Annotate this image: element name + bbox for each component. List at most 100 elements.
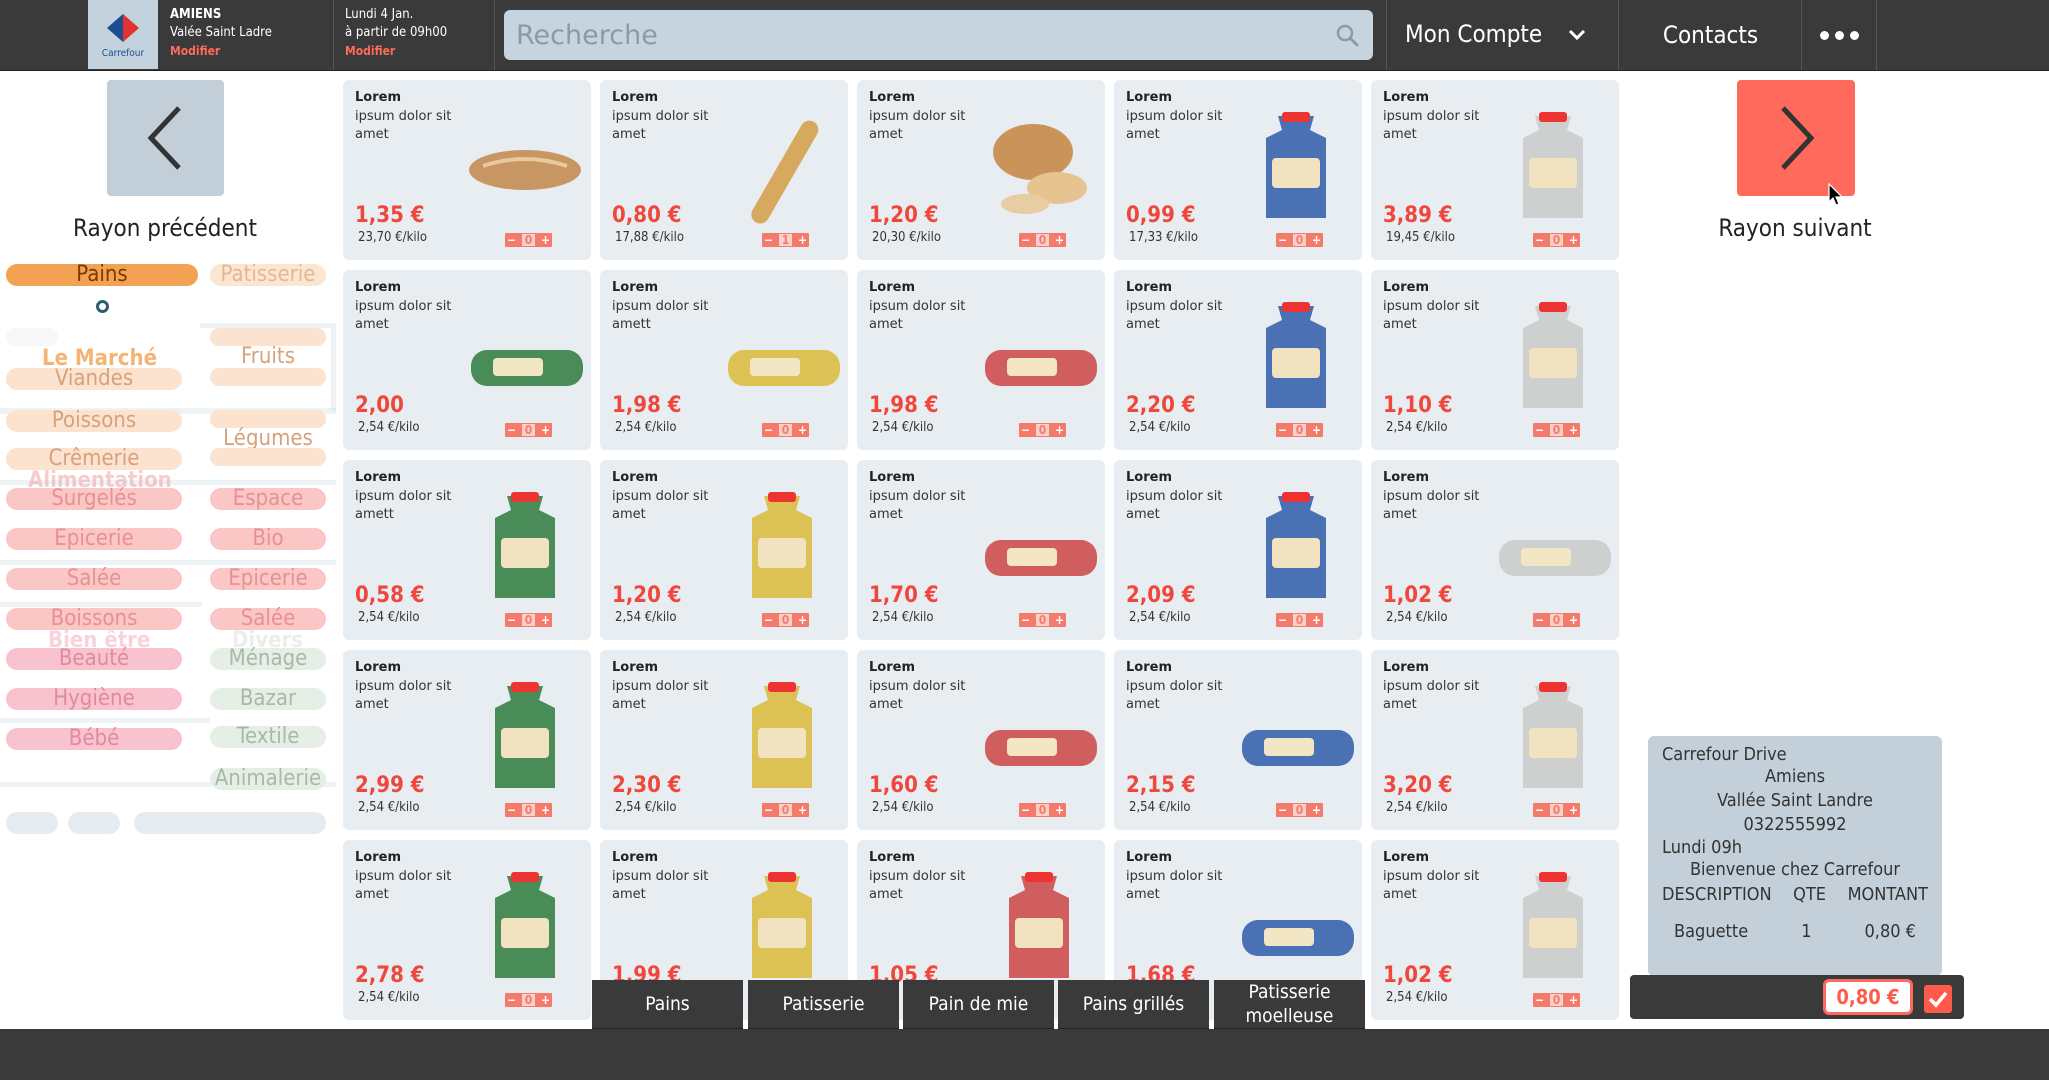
product-card[interactable]: Lorem ipsum dolor sit amet 2,00 2,54 €/kilo… (343, 270, 591, 450)
menu-item-poissons[interactable]: Poissons (6, 410, 182, 432)
minus-button[interactable]: − (764, 423, 773, 437)
minus-button[interactable]: − (507, 803, 516, 817)
minus-button[interactable]: − (1535, 613, 1544, 627)
search-input[interactable] (504, 10, 1324, 60)
menu-item-animalerie[interactable]: Animalerie (210, 768, 326, 790)
minus-button[interactable]: − (1278, 803, 1287, 817)
product-card[interactable]: Lorem ipsum dolor sit amet 2,15 € 2,54 €/ki… (1114, 650, 1362, 830)
tab-pain-de-mie[interactable]: Pain de mie (903, 980, 1054, 1030)
minus-button[interactable]: − (1021, 803, 1030, 817)
tab-pains-grilles[interactable]: Pains grillés (1058, 980, 1209, 1030)
minus-button[interactable]: − (1535, 993, 1544, 1007)
plus-button[interactable]: + (1569, 803, 1578, 817)
plus-button[interactable]: + (1055, 613, 1064, 627)
menu-item-bazar[interactable]: Bazar (210, 688, 326, 710)
search-icon[interactable] (1335, 23, 1359, 47)
plus-button[interactable]: + (541, 233, 550, 247)
plus-button[interactable]: + (798, 233, 807, 247)
plus-button[interactable]: + (1569, 613, 1578, 627)
product-card[interactable]: Lorem ipsum dolor sit amett 1,98 € 2,54 €/k… (600, 270, 848, 450)
tab-patisserie-moelleuse[interactable]: Patisserie moelleuse (1214, 980, 1365, 1030)
product-card[interactable]: Lorem ipsum dolor sit amet 2,09 € 2,54 €/ki… (1114, 460, 1362, 640)
product-card[interactable]: Lorem ipsum dolor sit amet 1,20 € 2,54 €/ki… (600, 460, 848, 640)
minus-button[interactable]: − (764, 803, 773, 817)
minus-button[interactable]: − (1278, 233, 1287, 247)
plus-button[interactable]: + (1312, 613, 1321, 627)
plus-button[interactable]: + (1312, 423, 1321, 437)
plus-button[interactable]: + (541, 803, 550, 817)
product-card[interactable]: Lorem ipsum dolor sit amet 2,78 € 2,54 €/ki… (343, 840, 591, 1020)
menu-item-menage[interactable]: Ménage (210, 648, 326, 670)
product-card[interactable]: Lorem ipsum dolor sit amet 0,99 € 17,33 €/k… (1114, 80, 1362, 260)
product-card[interactable]: Lorem ipsum dolor sit amet 3,89 € 19,45 €/k… (1371, 80, 1619, 260)
tab-patisserie-sub[interactable]: Patisserie (748, 980, 899, 1030)
product-card[interactable]: Lorem ipsum dolor sit amet 1,60 € 2,54 €/ki… (857, 650, 1105, 830)
product-card[interactable]: Lorem ipsum dolor sit amet 0,80 € 17,88 €/k… (600, 80, 848, 260)
minus-button[interactable]: − (1535, 233, 1544, 247)
menu-item-boissons[interactable]: Boissons (6, 608, 182, 630)
menu-item-legumes[interactable]: Légumes (210, 428, 326, 450)
minus-button[interactable]: − (1535, 423, 1544, 437)
minus-button[interactable]: − (1278, 613, 1287, 627)
slot-modify-link[interactable]: Modifier (345, 42, 484, 60)
plus-button[interactable]: + (1055, 423, 1064, 437)
product-card[interactable]: Lorem ipsum dolor sit amet 1,98 € 2,54 €/ki… (857, 270, 1105, 450)
minus-button[interactable]: − (1535, 803, 1544, 817)
menu-item-beaute[interactable]: Beauté (6, 648, 182, 670)
menu-item-cremerie[interactable]: Crêmerie (6, 448, 182, 470)
plus-button[interactable]: + (1569, 423, 1578, 437)
tab-pains-sub[interactable]: Pains (592, 980, 743, 1030)
menu-item-surgeles[interactable]: Surgelés (6, 488, 182, 510)
product-card[interactable]: Lorem ipsum dolor sit amet 1,10 € 2,54 €/ki… (1371, 270, 1619, 450)
plus-button[interactable]: + (1312, 803, 1321, 817)
plus-button[interactable]: + (1569, 233, 1578, 247)
menu-item-epicerie[interactable]: Epicerie (6, 528, 182, 550)
menu-item-textile[interactable]: Textile (210, 726, 326, 748)
minus-button[interactable]: − (1021, 613, 1030, 627)
menu-item-salee-right[interactable]: Salée (210, 608, 326, 630)
minus-button[interactable]: − (764, 613, 773, 627)
plus-button[interactable]: + (541, 613, 550, 627)
menu-item-espace[interactable]: Espace (210, 488, 326, 510)
plus-button[interactable]: + (541, 423, 550, 437)
tab-patisserie[interactable]: Patisserie (210, 264, 326, 286)
minus-button[interactable]: − (507, 613, 516, 627)
minus-button[interactable]: − (507, 423, 516, 437)
menu-item-epicerie-right[interactable]: Epicerie (210, 568, 326, 590)
tab-pains[interactable]: Pains (6, 264, 198, 286)
plus-button[interactable]: + (798, 803, 807, 817)
plus-button[interactable]: + (798, 613, 807, 627)
product-card[interactable]: Lorem ipsum dolor sit amet 2,30 € 2,54 €/ki… (600, 650, 848, 830)
minus-button[interactable]: − (1021, 423, 1030, 437)
account-menu[interactable]: Mon Compte (1386, 0, 1619, 70)
plus-button[interactable]: + (541, 993, 550, 1007)
minus-button[interactable]: − (507, 233, 516, 247)
menu-item-viandes[interactable]: Viandes (6, 368, 182, 390)
product-card[interactable]: Lorem ipsum dolor sit amet 1,02 € 2,54 €/ki… (1371, 840, 1619, 1020)
plus-button[interactable]: + (798, 423, 807, 437)
store-selector[interactable]: AMIENS Valée Saint Ladre Modifier (160, 0, 334, 70)
product-card[interactable]: Lorem ipsum dolor sit amet 1,35 € 23,70 €/k… (343, 80, 591, 260)
product-card[interactable]: Lorem ipsum dolor sit amet 1,02 € 2,54 €/ki… (1371, 460, 1619, 640)
plus-button[interactable]: + (1569, 993, 1578, 1007)
menu-item-fruits[interactable]: Fruits (210, 346, 326, 368)
carrefour-logo[interactable]: Carrefour (88, 0, 158, 69)
confirm-button[interactable] (1924, 985, 1952, 1013)
minus-button[interactable]: − (507, 993, 516, 1007)
menu-item-salee[interactable]: Salée (6, 568, 182, 590)
product-card[interactable]: Lorem ipsum dolor sit amet 1,70 € 2,54 €/ki… (857, 460, 1105, 640)
product-card[interactable]: Lorem ipsum dolor sit amet 2,99 € 2,54 €/ki… (343, 650, 591, 830)
product-card[interactable]: Lorem ipsum dolor sit amet 2,20 € 2,54 €/ki… (1114, 270, 1362, 450)
plus-button[interactable]: + (1055, 233, 1064, 247)
slot-selector[interactable]: Lundi 4 Jan. à partir de 09h00 Modifier (335, 0, 495, 70)
next-aisle-button[interactable] (1737, 80, 1855, 196)
plus-button[interactable]: + (1312, 233, 1321, 247)
product-card[interactable]: Lorem ipsum dolor sit amet 3,20 € 2,54 €/ki… (1371, 650, 1619, 830)
menu-item-hygiene[interactable]: Hygiène (6, 688, 182, 710)
product-card[interactable]: Lorem ipsum dolor sit amett 0,58 € 2,54 €/k… (343, 460, 591, 640)
menu-item-bebe[interactable]: Bébé (6, 728, 182, 750)
menu-item-bio[interactable]: Bio (210, 528, 326, 550)
plus-button[interactable]: + (1055, 803, 1064, 817)
minus-button[interactable]: − (1278, 423, 1287, 437)
product-card[interactable]: Lorem ipsum dolor sit amet 1,20 € 20,30 €/k… (857, 80, 1105, 260)
